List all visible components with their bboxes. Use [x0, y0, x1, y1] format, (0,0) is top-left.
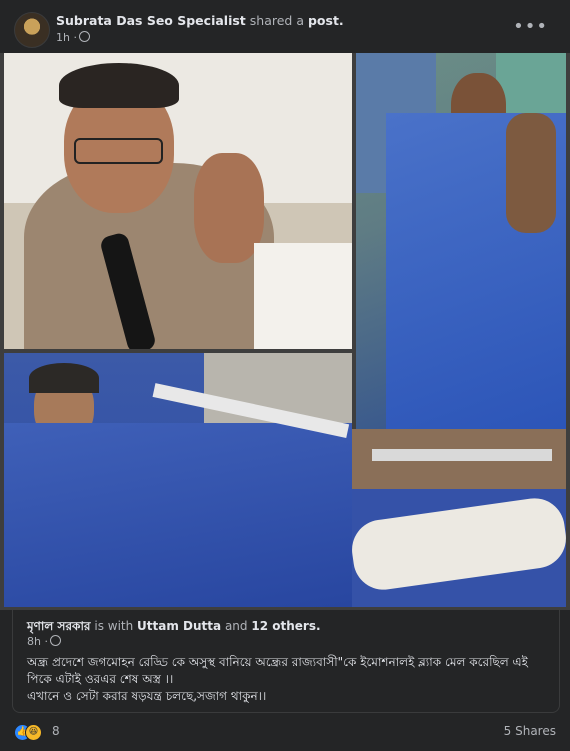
shared-post-timestamp[interactable]: 8h ·: [27, 635, 61, 648]
photo-leg-in-cast[interactable]: [352, 429, 566, 607]
tagged-others-link[interactable]: 12 others.: [251, 619, 320, 633]
tagged-person[interactable]: Uttam Dutta: [137, 619, 221, 633]
share-action-text: shared a: [249, 13, 304, 28]
shared-post-author-line: মৃণাল সরকার is with Uttam Dutta and 12 o…: [27, 619, 321, 633]
author-avatar[interactable]: [14, 12, 50, 48]
shared-post-author[interactable]: মৃণাল সরকার: [27, 619, 91, 633]
post-card: Subrata Das Seo Specialist shared a post…: [0, 0, 570, 751]
shared-post-text: অন্ধ্র প্রদেশে জগমোহন রেড্ডি কে অসুস্থ ব…: [27, 654, 547, 705]
photo-man-hospital-bed[interactable]: [356, 53, 566, 429]
haha-reaction-icon: 😆: [25, 724, 42, 741]
shared-post-link[interactable]: post.: [308, 13, 344, 28]
shared-post-details: মৃণাল সরকার is with Uttam Dutta and 12 o…: [12, 610, 560, 713]
author-line: Subrata Das Seo Specialist shared a post…: [56, 13, 344, 28]
post-text-line: অন্ধ্র প্রদেশে জগমোহন রেড্ডি কে অসুস্থ ব…: [27, 655, 528, 686]
post-image-collage[interactable]: [0, 53, 570, 610]
photo-woman-hospital-bed[interactable]: [4, 353, 352, 607]
author-name[interactable]: Subrata Das Seo Specialist: [56, 13, 246, 28]
post-header: Subrata Das Seo Specialist shared a post…: [14, 12, 560, 48]
reaction-count: 8: [52, 724, 60, 738]
globe-icon: [49, 635, 61, 646]
photo-man-with-microphone[interactable]: [4, 53, 352, 349]
globe-icon: [78, 31, 90, 42]
post-timestamp[interactable]: 1h ·: [56, 31, 90, 44]
post-text-line: এখানে ও সেটা করার ষড়যন্ত্র চলছে,সজাগ থা…: [27, 689, 267, 703]
shares-count[interactable]: 5 Shares: [504, 724, 556, 738]
more-horizontal-icon[interactable]: •••: [513, 16, 548, 37]
